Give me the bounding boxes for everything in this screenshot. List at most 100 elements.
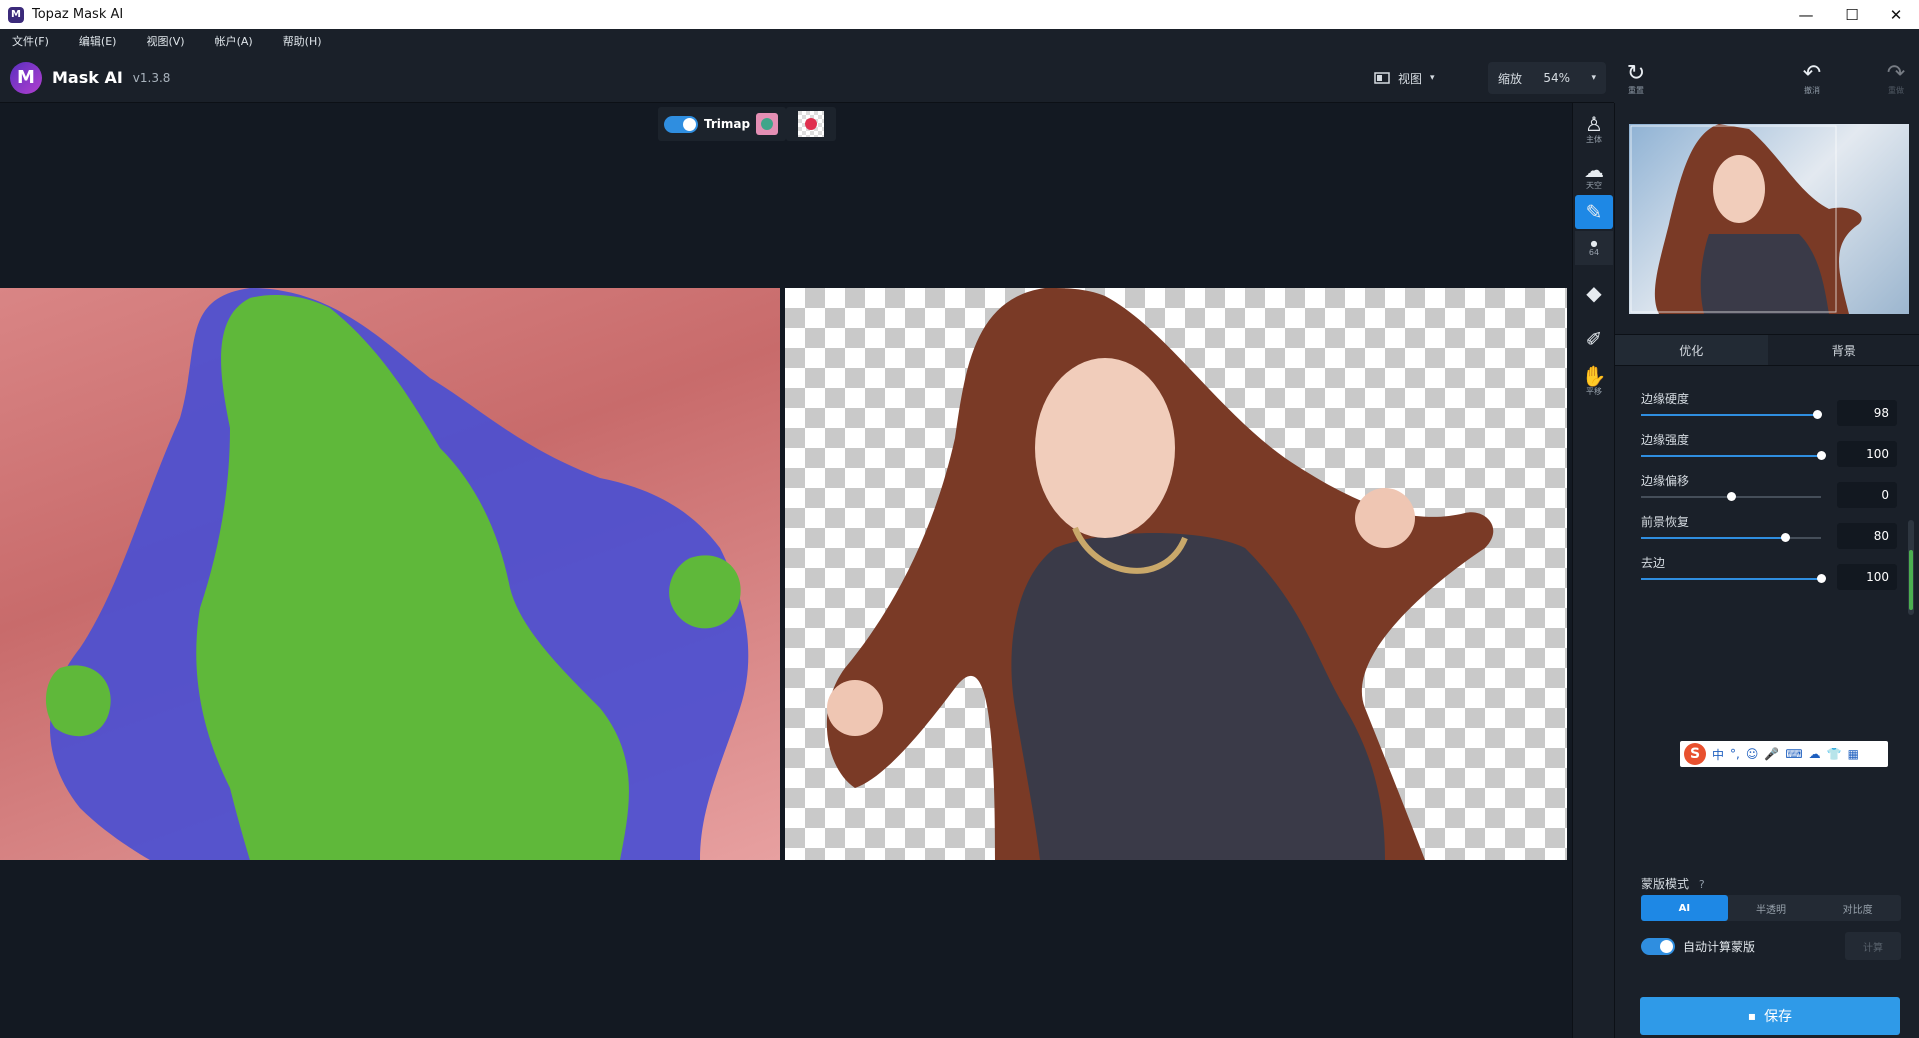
- menu-account[interactable]: 帐户(A): [215, 33, 253, 49]
- trimap-overlay: [45, 288, 749, 860]
- mode-ai-button[interactable]: AI: [1641, 895, 1728, 921]
- redo-label: 重做: [1888, 85, 1904, 95]
- app-name: Mask AI: [52, 68, 123, 87]
- thumbnail-image: [1630, 124, 1862, 314]
- slider-track[interactable]: [1641, 533, 1821, 542]
- edge-strength-slider[interactable]: 边缘强度 100: [1641, 431, 1901, 471]
- sky-tool-label: 天空: [1586, 180, 1602, 190]
- defringe-slider[interactable]: 去边 100: [1641, 554, 1901, 594]
- reset-label: 重置: [1628, 85, 1644, 95]
- panel-scrollbar[interactable]: [1908, 520, 1914, 615]
- panel-header: ↻ 重置 ↶ 撤消 ↷ 重做: [1614, 53, 1919, 103]
- compute-button[interactable]: 计算: [1845, 932, 1901, 960]
- brush-tool[interactable]: ✎: [1575, 195, 1613, 229]
- tab-refine[interactable]: 优化: [1615, 335, 1768, 365]
- brush-size-value: 64: [1588, 247, 1600, 257]
- fill-tool[interactable]: ◆: [1575, 271, 1613, 315]
- person-icon: ♙: [1585, 111, 1603, 136]
- hand-left: [827, 680, 883, 736]
- zoom-label: 缩放: [1498, 71, 1523, 86]
- trimap-foreground-region: [45, 665, 111, 737]
- pan-tool[interactable]: ✋ 平移: [1575, 359, 1613, 403]
- tab-background[interactable]: 背景: [1768, 335, 1919, 365]
- brush-size[interactable]: ● 64: [1575, 231, 1613, 265]
- ime-punctuation[interactable]: °,: [1730, 747, 1740, 761]
- cutout-subject: [826, 288, 1494, 860]
- close-button[interactable]: ✕: [1873, 0, 1919, 29]
- slider-knob[interactable]: [1817, 451, 1826, 460]
- trimap-view[interactable]: [0, 288, 780, 860]
- save-icon: ▪: [1747, 1009, 1757, 1023]
- slider-value-input[interactable]: 0: [1837, 482, 1897, 508]
- mode-contrast-button[interactable]: 对比度: [1814, 895, 1901, 921]
- trimap-toggle[interactable]: [664, 115, 698, 133]
- ime-keyboard-icon[interactable]: ⌨: [1785, 747, 1802, 761]
- slider-label: 边缘硬度: [1641, 392, 1690, 406]
- ime-skin-icon[interactable]: 👕: [1827, 747, 1842, 761]
- foreground-recovery-slider[interactable]: 前景恢复 80: [1641, 513, 1901, 553]
- slider-track[interactable]: [1641, 410, 1823, 419]
- app-icon: M: [8, 6, 24, 23]
- trimap-color-swatch[interactable]: [756, 113, 779, 135]
- menu-view[interactable]: 视图(V): [146, 33, 184, 49]
- dot-icon: ●: [1590, 238, 1598, 248]
- help-icon[interactable]: ?: [1699, 878, 1705, 891]
- slider-knob[interactable]: [1817, 574, 1826, 583]
- slider-fill: [1641, 414, 1818, 416]
- window-titlebar: M Topaz Mask AI — ☐ ✕: [0, 0, 1919, 29]
- view-label: 视图: [1398, 71, 1423, 86]
- trimap-label: Trimap: [704, 117, 751, 131]
- transparency-preview-button[interactable]: [786, 107, 836, 141]
- slider-label: 去边: [1641, 556, 1666, 570]
- slider-label: 边缘偏移: [1641, 474, 1690, 488]
- view-mode-button[interactable]: 视图 ▾: [1374, 61, 1474, 95]
- canvas-area[interactable]: Trimap: [0, 103, 1572, 1038]
- slider-label: 边缘强度: [1641, 433, 1690, 447]
- mask-mode-selector: AI 半透明 对比度: [1641, 895, 1901, 921]
- minimize-button[interactable]: —: [1783, 0, 1829, 29]
- zoom-control[interactable]: 缩放 54% ▾: [1488, 62, 1606, 94]
- menu-help[interactable]: 帮助(H): [283, 33, 322, 49]
- navigator-thumbnail[interactable]: [1629, 124, 1909, 314]
- ime-toolbar: S 中 °, ☺ 🎤 ⌨ ☁ 👕 ▦: [1680, 741, 1888, 767]
- edge-hardness-slider[interactable]: 边缘硬度 98: [1641, 390, 1901, 430]
- sogou-logo[interactable]: S: [1684, 743, 1706, 765]
- reset-button[interactable]: ↻ 重置: [1616, 59, 1656, 99]
- menu-edit[interactable]: 编辑(E): [79, 33, 117, 49]
- slider-track[interactable]: [1641, 574, 1826, 583]
- slider-knob[interactable]: [1781, 533, 1790, 542]
- redo-button[interactable]: ↷ 重做: [1876, 59, 1916, 99]
- cutout-preview[interactable]: [785, 288, 1567, 860]
- pan-tool-label: 平移: [1586, 386, 1602, 396]
- slider-value-input[interactable]: 80: [1837, 523, 1897, 549]
- slider-knob[interactable]: [1727, 492, 1736, 501]
- app-header: M Mask AI v1.3.8 视图 ▾ 缩放 54% ▾: [0, 53, 1614, 103]
- ime-mic-icon[interactable]: 🎤: [1764, 747, 1779, 761]
- hand-right: [1355, 488, 1415, 548]
- slider-track[interactable]: [1641, 492, 1821, 501]
- mode-translucent-button[interactable]: 半透明: [1728, 895, 1815, 921]
- maximize-button[interactable]: ☐: [1829, 0, 1875, 29]
- slider-value-input[interactable]: 100: [1837, 564, 1897, 590]
- slider-track[interactable]: [1641, 451, 1826, 460]
- split-view-icon: [1374, 72, 1390, 84]
- thumb-face: [1713, 155, 1765, 223]
- slider-knob[interactable]: [1813, 410, 1823, 419]
- subject-tool[interactable]: ♙ 主体: [1575, 107, 1613, 151]
- zoom-value[interactable]: 54%: [1543, 71, 1570, 85]
- menu-file[interactable]: 文件(F): [12, 33, 49, 49]
- save-button[interactable]: ▪ 保存: [1640, 997, 1900, 1035]
- auto-compute-toggle[interactable]: [1641, 937, 1675, 955]
- ime-menu-icon[interactable]: ▦: [1848, 747, 1859, 761]
- ime-cloud-icon[interactable]: ☁: [1809, 747, 1821, 761]
- undo-button[interactable]: ↶ 撤消: [1792, 59, 1832, 99]
- auto-compute-label: 自动计算蒙版: [1683, 939, 1756, 954]
- slider-value-input[interactable]: 98: [1837, 400, 1897, 426]
- sky-tool[interactable]: ☁ 天空: [1575, 153, 1613, 197]
- tool-strip: ♙ 主体 ☁ 天空 ✎ ● 64 ◆ ✐ ✋ 平移: [1572, 103, 1614, 1038]
- ime-chinese-mode[interactable]: 中: [1712, 746, 1724, 763]
- edge-offset-slider[interactable]: 边缘偏移 0: [1641, 472, 1901, 512]
- slider-value-input[interactable]: 100: [1837, 441, 1897, 467]
- eyedropper-tool[interactable]: ✐: [1575, 317, 1613, 361]
- ime-emoji-icon[interactable]: ☺: [1746, 747, 1759, 761]
